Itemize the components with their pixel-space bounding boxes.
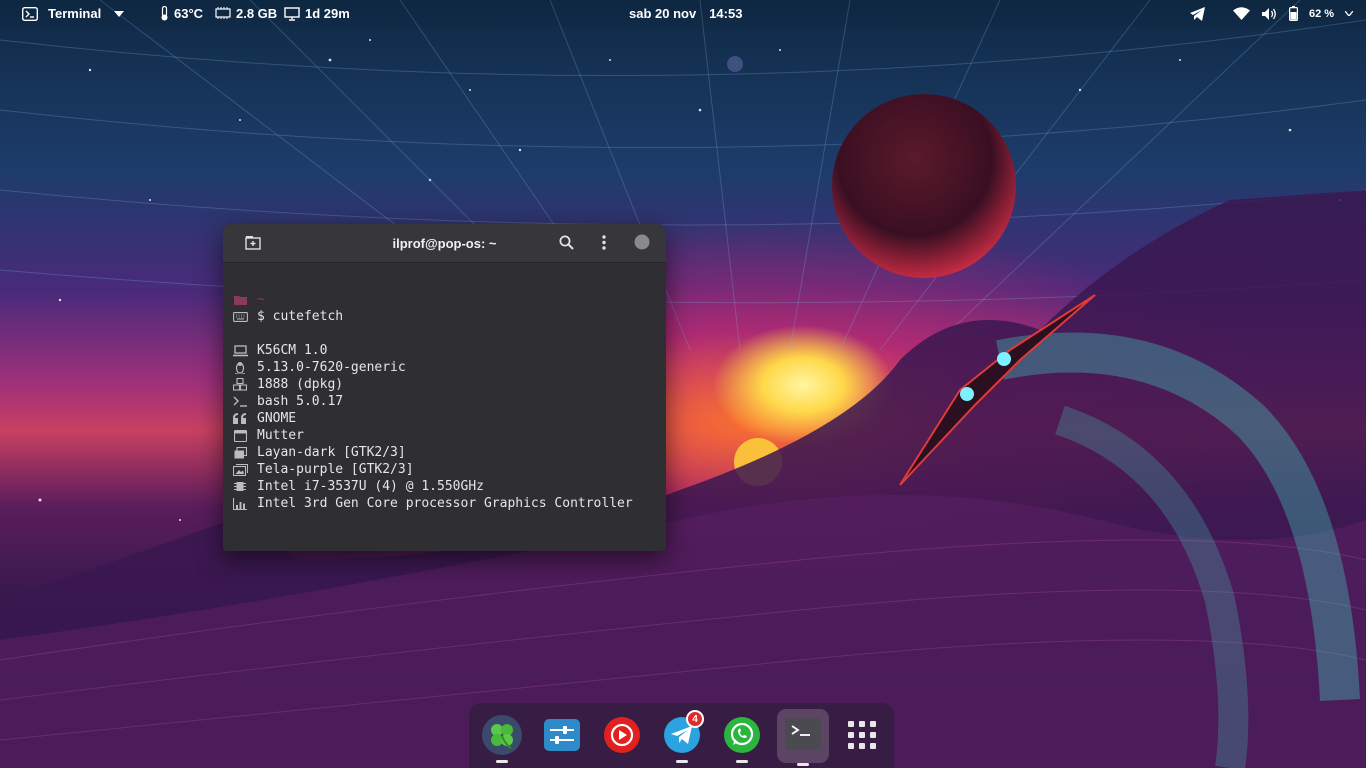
- clock-date: sab 20 nov: [629, 6, 697, 21]
- running-indicator: [797, 763, 809, 766]
- icons-theme-icon: [232, 463, 248, 477]
- info-text: 5.13.0-7620-generic: [257, 360, 406, 375]
- info-text: K56CM 1.0: [257, 343, 328, 358]
- chevron-down-icon: [1345, 11, 1354, 16]
- battery-percent: 62 %: [1309, 7, 1335, 20]
- search-icon: [559, 235, 574, 254]
- prompt-line: $ cutefetch: [232, 308, 666, 325]
- settings-app[interactable]: [538, 713, 586, 761]
- telegram-tray-icon: [1189, 6, 1206, 21]
- chevron-down-icon: [114, 10, 125, 17]
- info-line-cpu: Intel i7-3537U (4) @ 1.550GHz: [232, 478, 666, 495]
- info-text: Intel i7-3537U (4) @ 1.550GHz: [257, 479, 484, 494]
- new-tab-button[interactable]: [243, 234, 263, 254]
- new-tab-icon: [245, 235, 261, 254]
- app-grid-icon: [848, 721, 876, 753]
- info-text: Layan-dark [GTK2/3]: [257, 445, 406, 460]
- clover-icon: [481, 714, 523, 760]
- cwd-line: ~: [232, 291, 666, 308]
- terminal-window[interactable]: ilprof@pop-os: ~ ~ $ cutefetch K56CM 1.0…: [223, 224, 666, 551]
- running-indicator: [496, 760, 508, 763]
- shell-icon: [232, 395, 248, 409]
- dock: 4: [469, 703, 894, 768]
- close-icon: [634, 234, 650, 254]
- info-text: Tela-purple [GTK2/3]: [257, 462, 414, 477]
- uptime-value: 1d 29m: [305, 6, 350, 21]
- battery-icon: [1289, 6, 1298, 21]
- unread-badge: 4: [686, 710, 704, 728]
- app-menu-label: Terminal: [48, 6, 102, 21]
- wallpaper: [0, 0, 1366, 768]
- cwd-text: ~: [257, 292, 265, 307]
- folder-icon: [232, 293, 248, 307]
- info-text: Intel 3rd Gen Core processor Graphics Co…: [257, 496, 633, 511]
- uptime-indicator[interactable]: 1d 29m: [284, 0, 350, 27]
- info-line-kernel: 5.13.0-7620-generic: [232, 359, 666, 376]
- top-bar: Terminal 63°C 2.8 GB 1d 29m sab 20 nov 1…: [0, 0, 1366, 27]
- linux-icon: [232, 361, 248, 375]
- window-manager-icon: [232, 429, 248, 443]
- theme-icon: [232, 446, 248, 460]
- telegram-tray[interactable]: [1189, 0, 1206, 27]
- app-menu[interactable]: Terminal: [22, 0, 125, 27]
- terminal-app[interactable]: [777, 709, 829, 766]
- whatsapp-icon: [723, 716, 761, 758]
- clover-app[interactable]: [478, 713, 526, 763]
- terminal-header-bar[interactable]: ilprof@pop-os: ~: [223, 224, 666, 263]
- terminal-icon: [22, 6, 38, 21]
- telegram-app[interactable]: 4: [658, 710, 706, 763]
- temperature-value: 63°C: [174, 6, 204, 21]
- youtube-music-app[interactable]: [598, 713, 646, 761]
- info-line-theme: Layan-dark [GTK2/3]: [232, 444, 666, 461]
- memory-indicator[interactable]: 2.8 GB: [215, 0, 277, 27]
- close-button[interactable]: [632, 234, 652, 254]
- memory-value: 2.8 GB: [236, 6, 278, 21]
- packages-icon: [232, 378, 248, 392]
- menu-button[interactable]: [594, 234, 614, 254]
- info-text: bash 5.0.17: [257, 394, 344, 409]
- info-text: Mutter: [257, 428, 304, 443]
- cpu-icon: [232, 480, 248, 494]
- kebab-menu-icon: [602, 234, 606, 254]
- running-indicator: [676, 760, 688, 763]
- youtube-music-icon: [603, 716, 641, 758]
- info-line-host: K56CM 1.0: [232, 342, 666, 359]
- info-text: GNOME: [257, 411, 297, 426]
- info-line-de: GNOME: [232, 410, 666, 427]
- wifi-icon: [1233, 7, 1250, 20]
- sliders-icon: [544, 719, 580, 755]
- show-apps-button[interactable]: [838, 713, 886, 761]
- system-menu[interactable]: 62 %: [1233, 0, 1354, 27]
- search-button[interactable]: [556, 234, 576, 254]
- info-line-wm: Mutter: [232, 427, 666, 444]
- quote-icon: [232, 412, 248, 426]
- thermometer-icon: [160, 6, 169, 21]
- clock-time: 14:53: [709, 6, 743, 21]
- info-text: 1888 (dpkg): [257, 377, 344, 392]
- whatsapp-app[interactable]: [718, 713, 766, 763]
- info-line-shell: bash 5.0.17: [232, 393, 666, 410]
- keyboard-icon: [232, 310, 248, 324]
- info-line-gpu: Intel 3rd Gen Core processor Graphics Co…: [232, 495, 666, 512]
- terminal-title: ilprof@pop-os: ~: [392, 235, 497, 251]
- prompt-command: $ cutefetch: [257, 309, 344, 324]
- info-line-icons: Tela-purple [GTK2/3]: [232, 461, 666, 478]
- running-indicator: [736, 760, 748, 763]
- info-line-packages: 1888 (dpkg): [232, 376, 666, 393]
- terminal-output[interactable]: ~ $ cutefetch K56CM 1.0 5.13.0-7620-gene…: [223, 263, 666, 512]
- temperature-indicator[interactable]: 63°C: [160, 0, 203, 27]
- terminal-icon: [785, 718, 821, 754]
- volume-icon: [1261, 7, 1278, 21]
- clock[interactable]: sab 20 nov 14:53: [629, 0, 742, 27]
- laptop-icon: [232, 344, 248, 358]
- monitor-icon: [284, 6, 300, 21]
- memory-icon: [215, 7, 231, 20]
- gpu-icon: [232, 497, 248, 511]
